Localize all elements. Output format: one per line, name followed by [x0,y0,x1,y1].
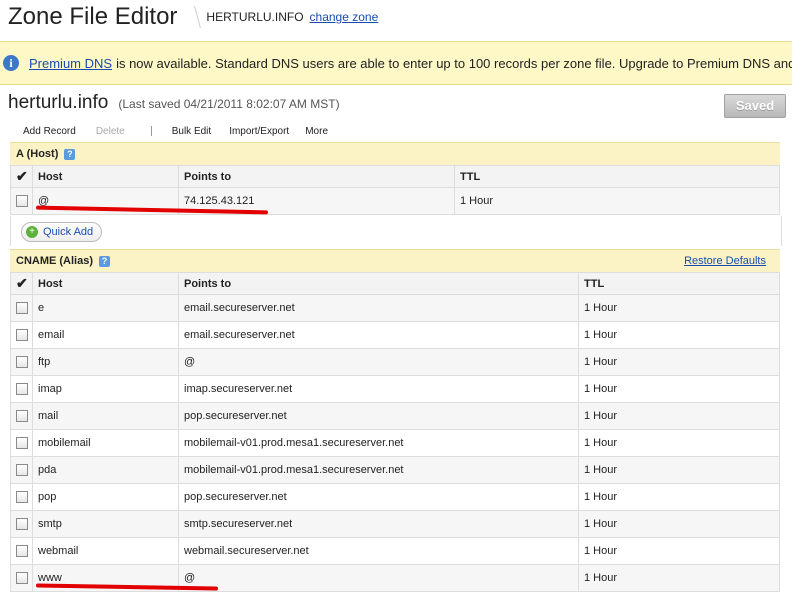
table-row[interactable]: webmail webmail.secureserver.net 1 Hour [10,537,780,565]
points-to-cell[interactable]: pop.secureserver.net [178,483,579,511]
column-header-host[interactable]: Host [32,272,179,295]
page-title: Zone File Editor [8,3,178,30]
row-checkbox[interactable] [10,456,33,484]
points-to-cell[interactable]: email.secureserver.net [178,321,579,349]
cname-section-header: CNAME (Alias) ? Restore Defaults [10,249,780,273]
table-row[interactable]: imap imap.secureserver.net 1 Hour [10,375,780,403]
help-icon[interactable]: ? [99,255,111,267]
a-host-title: A (Host) [16,148,59,160]
cname-record-table: ✔ Host Points to TTL e email.secureserver… [10,272,780,592]
add-record-button[interactable]: Add Record [23,126,76,137]
bulk-edit-button[interactable]: Bulk Edit [172,126,211,137]
toolbar-divider [150,126,152,136]
table-row[interactable]: e email.secureserver.net 1 Hour [10,294,780,322]
premium-dns-banner: i Premium DNS is now available. Standard… [0,41,792,85]
ttl-cell[interactable]: 1 Hour [578,321,780,349]
row-checkbox[interactable] [10,402,33,430]
points-to-cell[interactable]: pop.secureserver.net [178,402,579,430]
ttl-cell[interactable]: 1 Hour [578,483,780,511]
delete-button[interactable]: Delete [96,126,125,137]
select-all-checkbox[interactable]: ✔ [10,165,33,188]
record-toolbar: Add Record Delete Bulk Edit Import/Expor… [10,122,780,140]
column-header-host[interactable]: Host [32,165,179,188]
ttl-cell[interactable]: 1 Hour [578,375,780,403]
change-zone-link[interactable]: change zone [310,10,379,24]
more-button[interactable]: More [305,126,328,137]
host-cell[interactable]: e [32,294,179,322]
host-cell[interactable]: smtp [32,510,179,538]
info-icon: i [3,55,19,71]
saved-button[interactable]: Saved [724,94,786,118]
table-row[interactable]: ftp @1 Hour [10,348,780,376]
table-row[interactable]: email email.secureserver.net 1 Hour [10,321,780,349]
breadcrumb-separator [184,6,202,28]
host-cell[interactable]: mobilemail [32,429,179,457]
domain-heading: herturlu.info (Last saved 04/21/2011 8:0… [8,92,340,114]
a-host-section-header: A (Host) ? [10,142,780,166]
restore-defaults-link[interactable]: Restore Defaults [684,255,766,267]
row-checkbox[interactable] [10,510,33,538]
table-header-row: ✔ Host Points to TTL [10,272,780,295]
row-checkbox[interactable] [10,321,33,349]
ttl-cell[interactable]: 1 Hour [578,294,780,322]
quick-add-button[interactable]: + Quick Add [21,222,103,242]
ttl-cell[interactable]: 1 Hour [578,456,780,484]
last-saved-text: (Last saved 04/21/2011 8:02:07 AM MST) [118,97,340,111]
points-to-cell[interactable]: @ [178,564,579,592]
points-to-cell[interactable]: mobilemail-v01.prod.mesa1.secureserver.n… [178,456,579,484]
row-checkbox[interactable] [10,375,33,403]
page-header: Zone File Editor HERTURLU.INFO change zo… [8,2,378,32]
table-header-row: ✔ Host Points to TTL [10,165,780,188]
ttl-cell[interactable]: 1 Hour [578,402,780,430]
column-header-points-to[interactable]: Points to [178,165,455,188]
import-export-button[interactable]: Import/Export [229,126,289,137]
host-cell[interactable]: pop [32,483,179,511]
row-checkbox[interactable] [10,483,33,511]
column-header-points-to[interactable]: Points to [178,272,579,295]
select-all-checkbox[interactable]: ✔ [10,272,33,295]
banner-text: is now available. Standard DNS users are… [116,55,792,71]
ttl-cell[interactable]: 1 Hour [578,510,780,538]
row-checkbox[interactable] [10,537,33,565]
table-row[interactable]: smtp smtp.secureserver.net 1 Hour [10,510,780,538]
cname-title: CNAME (Alias) [16,255,94,267]
zone-name: HERTURLU.INFO [206,10,304,24]
host-cell[interactable]: pda [32,456,179,484]
row-checkbox[interactable] [10,187,33,215]
column-header-ttl[interactable]: TTL [454,165,780,188]
table-row[interactable]: mobilemail mobilemail-v01.prod.mesa1.secu… [10,429,780,457]
table-row[interactable]: mail pop.secureserver.net 1 Hour [10,402,780,430]
domain-name: herturlu.info [8,92,109,113]
points-to-cell[interactable]: webmail.secureserver.net [178,537,579,565]
table-row[interactable]: pda mobilemail-v01.prod.mesa1.secureserve… [10,456,780,484]
premium-dns-link[interactable]: Premium DNS [29,56,112,71]
help-icon[interactable]: ? [64,148,76,160]
points-to-cell[interactable]: smtp.secureserver.net [178,510,579,538]
ttl-cell[interactable]: 1 Hour [578,429,780,457]
row-checkbox[interactable] [10,564,33,592]
host-cell[interactable]: ftp [32,348,179,376]
ttl-cell[interactable]: 1 Hour [578,537,780,565]
ttl-cell[interactable]: 1 Hour [454,187,780,215]
plus-icon: + [26,226,38,238]
column-header-ttl[interactable]: TTL [578,272,780,295]
row-checkbox[interactable] [10,348,33,376]
ttl-cell[interactable]: 1 Hour [578,348,780,376]
host-cell[interactable]: webmail [32,537,179,565]
quick-add-row: + Quick Add [10,216,782,246]
quick-add-label: Quick Add [43,226,94,238]
row-checkbox[interactable] [10,294,33,322]
host-cell[interactable]: mail [32,402,179,430]
host-cell[interactable]: email [32,321,179,349]
points-to-cell[interactable]: @ [178,348,579,376]
points-to-cell[interactable]: email.secureserver.net [178,294,579,322]
host-cell[interactable]: imap [32,375,179,403]
row-checkbox[interactable] [10,429,33,457]
ttl-cell[interactable]: 1 Hour [578,564,780,592]
table-row[interactable]: pop pop.secureserver.net 1 Hour [10,483,780,511]
points-to-cell[interactable]: mobilemail-v01.prod.mesa1.secureserver.n… [178,429,579,457]
points-to-cell[interactable]: imap.secureserver.net [178,375,579,403]
